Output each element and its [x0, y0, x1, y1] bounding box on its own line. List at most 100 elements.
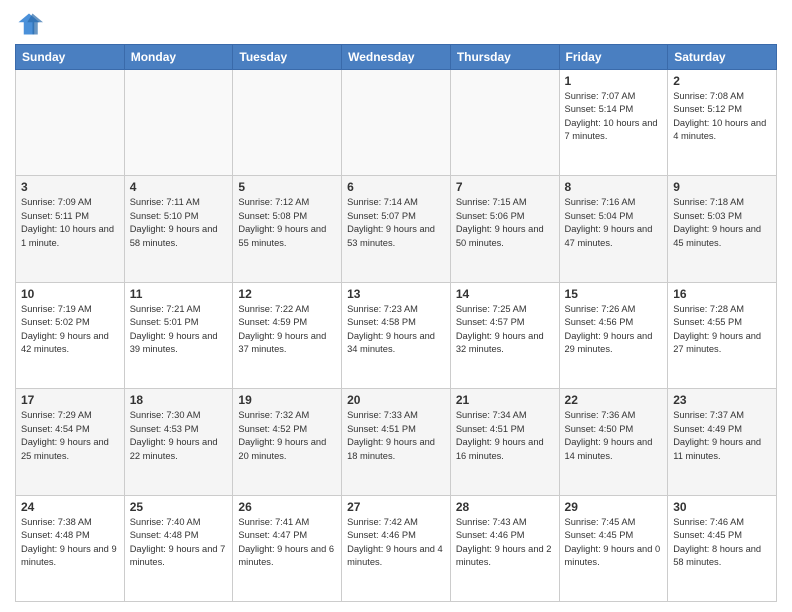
weekday-header: Saturday — [668, 45, 777, 70]
calendar-cell: 2 Sunrise: 7:08 AM Sunset: 5:12 PM Daylig… — [668, 70, 777, 176]
day-info: Sunrise: 7:21 AM Sunset: 5:01 PM Dayligh… — [130, 303, 228, 357]
calendar-cell: 3 Sunrise: 7:09 AM Sunset: 5:11 PM Daylig… — [16, 176, 125, 282]
day-number: 17 — [21, 393, 119, 407]
day-number: 2 — [673, 74, 771, 88]
day-number: 16 — [673, 287, 771, 301]
day-number: 28 — [456, 500, 554, 514]
calendar-cell: 29 Sunrise: 7:45 AM Sunset: 4:45 PM Dayli… — [559, 495, 668, 601]
day-number: 20 — [347, 393, 445, 407]
calendar-cell: 21 Sunrise: 7:34 AM Sunset: 4:51 PM Dayli… — [450, 389, 559, 495]
calendar-cell: 6Sunrise: 7:14 AM Sunset: 5:07 PM Daylig… — [342, 176, 451, 282]
weekday-header: Monday — [124, 45, 233, 70]
weekday-header: Tuesday — [233, 45, 342, 70]
calendar-row: 1 Sunrise: 7:07 AM Sunset: 5:14 PM Daylig… — [16, 70, 777, 176]
day-number: 4 — [130, 180, 228, 194]
day-info: Sunrise: 7:42 AM Sunset: 4:46 PM Dayligh… — [347, 516, 445, 570]
day-info: Sunrise: 7:46 AM Sunset: 4:45 PM Dayligh… — [673, 516, 771, 570]
calendar-cell: 7 Sunrise: 7:15 AM Sunset: 5:06 PM Daylig… — [450, 176, 559, 282]
day-info: Sunrise: 7:37 AM Sunset: 4:49 PM Dayligh… — [673, 409, 771, 463]
day-info: Sunrise: 7:28 AM Sunset: 4:55 PM Dayligh… — [673, 303, 771, 357]
day-number: 26 — [238, 500, 336, 514]
day-number: 10 — [21, 287, 119, 301]
weekday-header: Wednesday — [342, 45, 451, 70]
calendar-row: 10 Sunrise: 7:19 AM Sunset: 5:02 PM Dayli… — [16, 282, 777, 388]
calendar-cell: 16 Sunrise: 7:28 AM Sunset: 4:55 PM Dayli… — [668, 282, 777, 388]
day-number: 7 — [456, 180, 554, 194]
day-info: Sunrise: 7:19 AM Sunset: 5:02 PM Dayligh… — [21, 303, 119, 357]
day-number: 12 — [238, 287, 336, 301]
calendar-cell: 12 Sunrise: 7:22 AM Sunset: 4:59 PM Dayli… — [233, 282, 342, 388]
day-number: 30 — [673, 500, 771, 514]
day-info: Sunrise: 7:07 AM Sunset: 5:14 PM Dayligh… — [565, 90, 663, 144]
day-number: 1 — [565, 74, 663, 88]
calendar-cell: 14 Sunrise: 7:25 AM Sunset: 4:57 PM Dayli… — [450, 282, 559, 388]
day-info: Sunrise: 7:11 AM Sunset: 5:10 PM Dayligh… — [130, 196, 228, 250]
day-number: 25 — [130, 500, 228, 514]
calendar-cell — [233, 70, 342, 176]
day-number: 9 — [673, 180, 771, 194]
calendar-cell: 24 Sunrise: 7:38 AM Sunset: 4:48 PM Dayli… — [16, 495, 125, 601]
logo — [15, 10, 47, 38]
calendar-cell: 9 Sunrise: 7:18 AM Sunset: 5:03 PM Daylig… — [668, 176, 777, 282]
day-info: Sunrise: 7:08 AM Sunset: 5:12 PM Dayligh… — [673, 90, 771, 144]
calendar-cell: 11 Sunrise: 7:21 AM Sunset: 5:01 PM Dayli… — [124, 282, 233, 388]
header — [15, 10, 777, 38]
day-number: 14 — [456, 287, 554, 301]
day-info: Sunrise: 7:34 AM Sunset: 4:51 PM Dayligh… — [456, 409, 554, 463]
day-number: 5 — [238, 180, 336, 194]
calendar-cell: 27 Sunrise: 7:42 AM Sunset: 4:46 PM Dayli… — [342, 495, 451, 601]
day-info: Sunrise: 7:40 AM Sunset: 4:48 PM Dayligh… — [130, 516, 228, 570]
calendar-cell: 28 Sunrise: 7:43 AM Sunset: 4:46 PM Dayli… — [450, 495, 559, 601]
calendar-cell: 13 Sunrise: 7:23 AM Sunset: 4:58 PM Dayli… — [342, 282, 451, 388]
day-info: Sunrise: 7:09 AM Sunset: 5:11 PM Dayligh… — [21, 196, 119, 250]
day-number: 21 — [456, 393, 554, 407]
day-info: Sunrise: 7:33 AM Sunset: 4:51 PM Dayligh… — [347, 409, 445, 463]
calendar-row: 17Sunrise: 7:29 AM Sunset: 4:54 PM Dayli… — [16, 389, 777, 495]
day-number: 27 — [347, 500, 445, 514]
day-info: Sunrise: 7:16 AM Sunset: 5:04 PM Dayligh… — [565, 196, 663, 250]
day-info: Sunrise: 7:18 AM Sunset: 5:03 PM Dayligh… — [673, 196, 771, 250]
day-info: Sunrise: 7:30 AM Sunset: 4:53 PM Dayligh… — [130, 409, 228, 463]
day-info: Sunrise: 7:32 AM Sunset: 4:52 PM Dayligh… — [238, 409, 336, 463]
day-number: 15 — [565, 287, 663, 301]
calendar-cell: 26Sunrise: 7:41 AM Sunset: 4:47 PM Dayli… — [233, 495, 342, 601]
day-number: 29 — [565, 500, 663, 514]
calendar-cell: 8 Sunrise: 7:16 AM Sunset: 5:04 PM Daylig… — [559, 176, 668, 282]
day-info: Sunrise: 7:25 AM Sunset: 4:57 PM Dayligh… — [456, 303, 554, 357]
day-info: Sunrise: 7:23 AM Sunset: 4:58 PM Dayligh… — [347, 303, 445, 357]
day-info: Sunrise: 7:43 AM Sunset: 4:46 PM Dayligh… — [456, 516, 554, 570]
day-info: Sunrise: 7:45 AM Sunset: 4:45 PM Dayligh… — [565, 516, 663, 570]
calendar-cell: 1 Sunrise: 7:07 AM Sunset: 5:14 PM Daylig… — [559, 70, 668, 176]
day-number: 18 — [130, 393, 228, 407]
calendar-cell: 15 Sunrise: 7:26 AM Sunset: 4:56 PM Dayli… — [559, 282, 668, 388]
page: SundayMondayTuesdayWednesdayThursdayFrid… — [0, 0, 792, 612]
weekday-header: Sunday — [16, 45, 125, 70]
calendar-cell — [124, 70, 233, 176]
calendar-row: 3 Sunrise: 7:09 AM Sunset: 5:11 PM Daylig… — [16, 176, 777, 282]
calendar-row: 24 Sunrise: 7:38 AM Sunset: 4:48 PM Dayli… — [16, 495, 777, 601]
day-info: Sunrise: 7:22 AM Sunset: 4:59 PM Dayligh… — [238, 303, 336, 357]
day-info: Sunrise: 7:38 AM Sunset: 4:48 PM Dayligh… — [21, 516, 119, 570]
day-number: 19 — [238, 393, 336, 407]
day-number: 6 — [347, 180, 445, 194]
logo-icon — [15, 10, 43, 38]
calendar-cell: 5 Sunrise: 7:12 AM Sunset: 5:08 PM Daylig… — [233, 176, 342, 282]
calendar-table: SundayMondayTuesdayWednesdayThursdayFrid… — [15, 44, 777, 602]
day-number: 11 — [130, 287, 228, 301]
day-number: 13 — [347, 287, 445, 301]
calendar-cell: 17Sunrise: 7:29 AM Sunset: 4:54 PM Dayli… — [16, 389, 125, 495]
calendar-cell: 4 Sunrise: 7:11 AM Sunset: 5:10 PM Daylig… — [124, 176, 233, 282]
day-number: 24 — [21, 500, 119, 514]
weekday-header: Friday — [559, 45, 668, 70]
calendar-cell: 25 Sunrise: 7:40 AM Sunset: 4:48 PM Dayli… — [124, 495, 233, 601]
calendar-cell: 22Sunrise: 7:36 AM Sunset: 4:50 PM Dayli… — [559, 389, 668, 495]
calendar-cell: 18 Sunrise: 7:30 AM Sunset: 4:53 PM Dayli… — [124, 389, 233, 495]
day-info: Sunrise: 7:15 AM Sunset: 5:06 PM Dayligh… — [456, 196, 554, 250]
day-info: Sunrise: 7:12 AM Sunset: 5:08 PM Dayligh… — [238, 196, 336, 250]
day-info: Sunrise: 7:36 AM Sunset: 4:50 PM Dayligh… — [565, 409, 663, 463]
calendar-cell — [16, 70, 125, 176]
day-number: 3 — [21, 180, 119, 194]
day-info: Sunrise: 7:26 AM Sunset: 4:56 PM Dayligh… — [565, 303, 663, 357]
calendar-header-row: SundayMondayTuesdayWednesdayThursdayFrid… — [16, 45, 777, 70]
day-number: 8 — [565, 180, 663, 194]
